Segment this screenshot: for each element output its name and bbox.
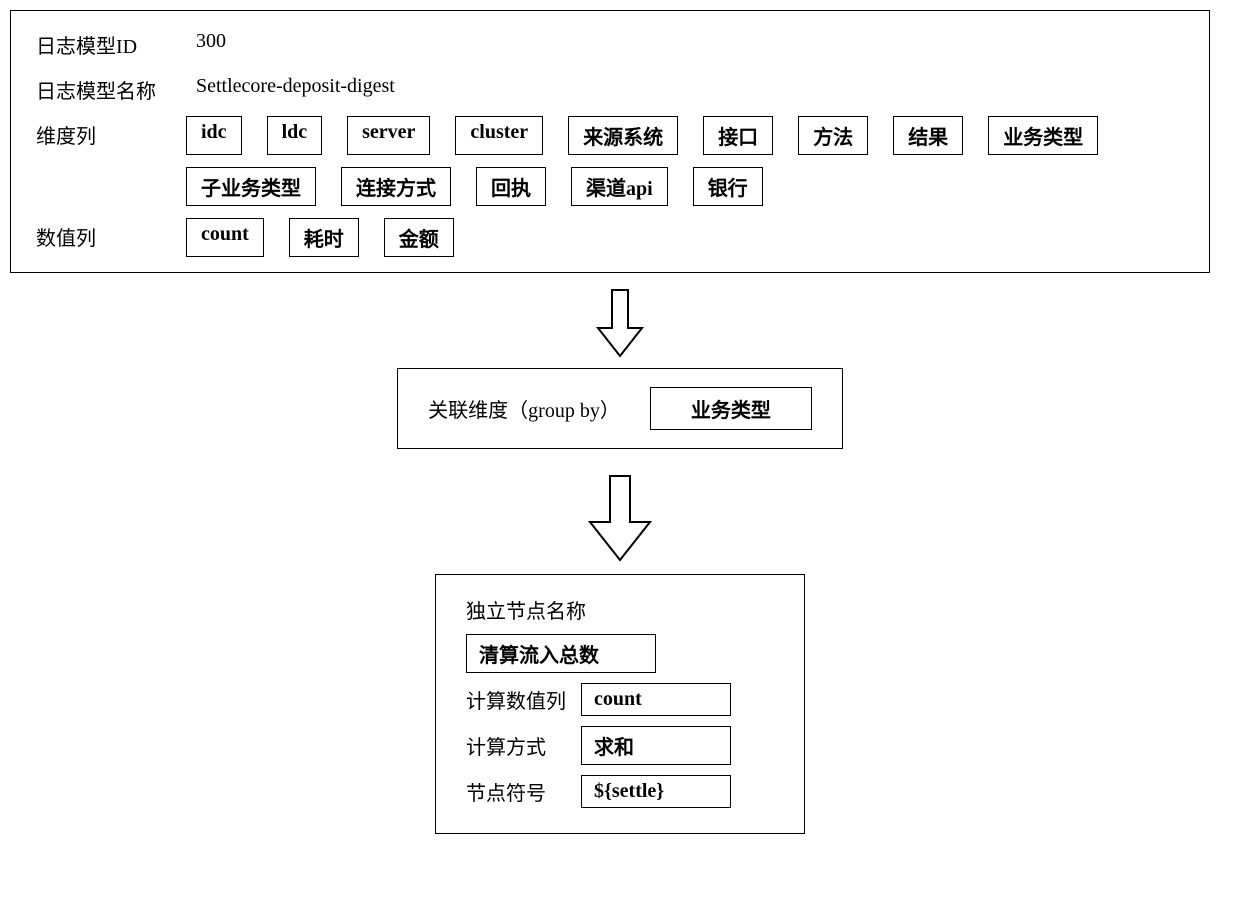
dim-chip: 回执 bbox=[476, 167, 546, 206]
node-title-value-row: 清算流入总数 bbox=[466, 634, 774, 673]
dim-chip: cluster bbox=[455, 116, 543, 155]
method-value: 求和 bbox=[581, 726, 731, 765]
dim-row: 维度列 idc ldc server cluster 来源系统 接口 方法 结果… bbox=[36, 116, 1184, 155]
num-chip: count bbox=[186, 218, 264, 257]
num-chip: 金额 bbox=[384, 218, 454, 257]
dim-chip: 连接方式 bbox=[341, 167, 451, 206]
node-title-value: 清算流入总数 bbox=[466, 634, 656, 673]
log-model-panel: 日志模型ID 300 日志模型名称 Settlecore-deposit-dig… bbox=[10, 10, 1210, 273]
numcol-row: 计算数值列 count bbox=[466, 683, 774, 716]
group-by-value: 业务类型 bbox=[650, 387, 812, 430]
dim-chip: server bbox=[347, 116, 430, 155]
dim-label: 维度列 bbox=[36, 116, 166, 149]
numcol-label: 计算数值列 bbox=[466, 685, 581, 714]
dim-chips-1: idc ldc server cluster 来源系统 接口 方法 结果 业务类… bbox=[186, 116, 1184, 155]
dim-chip: idc bbox=[186, 116, 242, 155]
name-value: Settlecore-deposit-digest bbox=[166, 71, 395, 98]
dim-chip: 银行 bbox=[693, 167, 763, 206]
dim-chip: ldc bbox=[267, 116, 323, 155]
dim-chip: 方法 bbox=[798, 116, 868, 155]
num-row: 数值列 count 耗时 金额 bbox=[36, 218, 1184, 257]
arrow-2 bbox=[10, 474, 1230, 564]
num-chip: 耗时 bbox=[289, 218, 359, 257]
symbol-label: 节点符号 bbox=[466, 777, 581, 806]
id-label: 日志模型ID bbox=[36, 26, 166, 59]
arrow-down-icon bbox=[590, 288, 650, 358]
id-row: 日志模型ID 300 bbox=[36, 26, 1184, 59]
dim-chip: 接口 bbox=[703, 116, 773, 155]
node-panel: 独立节点名称 清算流入总数 计算数值列 count 计算方式 求和 节点符号 $… bbox=[435, 574, 805, 834]
node-title-label: 独立节点名称 bbox=[466, 595, 586, 624]
dim-chip: 渠道api bbox=[571, 167, 668, 206]
name-label: 日志模型名称 bbox=[36, 71, 166, 104]
node-title-row: 独立节点名称 bbox=[466, 595, 774, 624]
method-label: 计算方式 bbox=[466, 731, 581, 760]
numcol-value: count bbox=[581, 683, 731, 716]
symbol-row: 节点符号 ${settle} bbox=[466, 775, 774, 808]
dim-chips-2: 子业务类型 连接方式 回执 渠道api 银行 bbox=[186, 167, 1184, 206]
dim-row-2: 子业务类型 连接方式 回执 渠道api 银行 bbox=[186, 167, 1184, 206]
arrow-down-icon bbox=[580, 474, 660, 564]
group-by-label: 关联维度（group by） bbox=[428, 394, 620, 423]
symbol-value: ${settle} bbox=[581, 775, 731, 808]
dim-chip: 子业务类型 bbox=[186, 167, 316, 206]
dim-chip: 结果 bbox=[893, 116, 963, 155]
dim-chip: 业务类型 bbox=[988, 116, 1098, 155]
group-by-panel: 关联维度（group by） 业务类型 bbox=[397, 368, 843, 449]
num-chips: count 耗时 金额 bbox=[186, 218, 1184, 257]
id-value: 300 bbox=[166, 26, 226, 53]
name-row: 日志模型名称 Settlecore-deposit-digest bbox=[36, 71, 1184, 104]
method-row: 计算方式 求和 bbox=[466, 726, 774, 765]
arrow-1 bbox=[10, 288, 1230, 358]
num-label: 数值列 bbox=[36, 218, 166, 251]
dim-chip: 来源系统 bbox=[568, 116, 678, 155]
